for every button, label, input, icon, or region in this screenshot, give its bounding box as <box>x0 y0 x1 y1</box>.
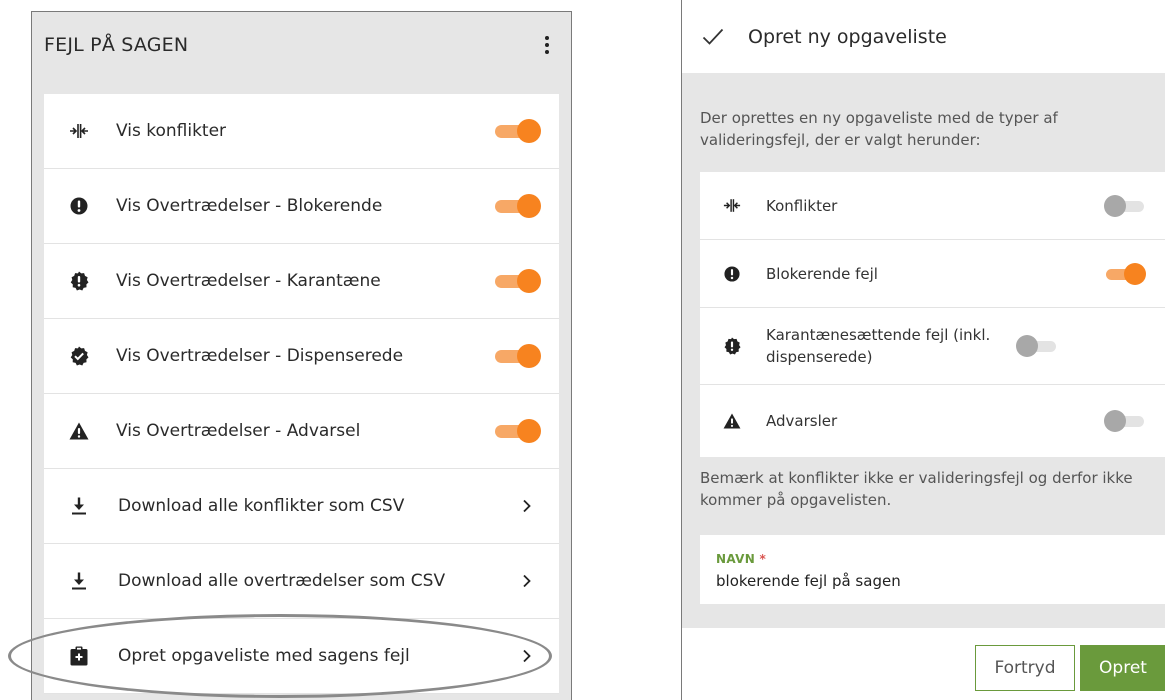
name-label-text: NAVN <box>716 552 756 566</box>
dialog-body: Der oprettes en ny opgaveliste med de ty… <box>682 73 1165 628</box>
dialog-header: Opret ny opgaveliste <box>682 0 1165 73</box>
row-show-quarantine[interactable]: Vis Overtrædelser - Karantæne <box>44 244 559 319</box>
name-field[interactable]: NAVN * <box>700 535 1165 604</box>
conflict-icon <box>68 120 90 142</box>
toggle-switch[interactable] <box>493 193 541 219</box>
errors-panel-header: FEJL PÅ SAGEN <box>32 12 571 78</box>
row-show-warning[interactable]: Vis Overtrædelser - Advarsel <box>44 394 559 469</box>
row-label: Blokerende fejl <box>766 264 878 283</box>
conflict-icon <box>722 196 742 216</box>
toggle-switch[interactable] <box>493 268 541 294</box>
cancel-button[interactable]: Fortryd <box>975 645 1075 691</box>
row-label: Vis Overtrædelser - Dispenserede <box>116 346 404 366</box>
row-label: Download alle overtrædelser som CSV <box>118 571 446 591</box>
row-label: Advarsler <box>766 412 838 430</box>
checkmark-icon <box>702 26 724 48</box>
toggle-switch[interactable] <box>1104 410 1146 432</box>
row-warnings[interactable]: Advarsler <box>700 385 1165 457</box>
row-quarantine-errors[interactable]: Karantænesættende fejl (inkl. dispensere… <box>700 308 1165 385</box>
toggle-switch[interactable] <box>493 343 541 369</box>
dialog-intro-text: Der oprettes en ny opgaveliste med de ty… <box>700 109 1058 149</box>
chevron-right-icon <box>517 496 537 516</box>
exclamation-badge-icon <box>722 336 742 356</box>
toggle-switch[interactable] <box>1016 335 1058 357</box>
row-label: Vis konflikter <box>116 121 227 141</box>
row-label: Vis Overtrædelser - Advarsel <box>116 421 361 441</box>
chevron-right-icon <box>517 571 537 591</box>
check-badge-icon <box>68 345 90 367</box>
row-show-conflicts[interactable]: Vis konflikter <box>44 94 559 169</box>
row-download-violations-csv[interactable]: Download alle overtrædelser som CSV <box>44 544 559 619</box>
dialog-title: Opret ny opgaveliste <box>748 25 947 48</box>
download-icon <box>68 570 90 592</box>
toggle-switch[interactable] <box>493 118 541 144</box>
row-conflicts[interactable]: Konflikter <box>700 172 1165 240</box>
row-label: Karantænesættende fejl (inkl. dispensere… <box>766 326 991 366</box>
warning-triangle-icon <box>68 420 90 442</box>
exclamation-circle-icon <box>68 195 90 217</box>
row-blocking-errors[interactable]: Blokerende fejl <box>700 240 1165 308</box>
download-icon <box>68 495 90 517</box>
row-download-conflicts-csv[interactable]: Download alle konflikter som CSV <box>44 469 559 544</box>
create-task-list-dialog: Opret ny opgaveliste Der oprettes en ny … <box>681 0 1165 700</box>
toggle-switch[interactable] <box>493 418 541 444</box>
error-type-list: Konflikter Blokerende fejl Karantænesætt… <box>700 172 1165 457</box>
row-label: Opret opgaveliste med sagens fejl <box>118 646 410 666</box>
exclamation-badge-icon <box>68 270 90 292</box>
row-label: Download alle konflikter som CSV <box>118 496 405 516</box>
errors-panel-title: FEJL PÅ SAGEN <box>44 34 189 56</box>
row-label: Vis Overtrædelser - Karantæne <box>116 271 381 291</box>
required-marker: * <box>759 552 767 566</box>
errors-panel: FEJL PÅ SAGEN Vis konflikter Vis Overtræ… <box>31 11 572 700</box>
errors-panel-list: Vis konflikter Vis Overtrædelser - Bloke… <box>44 94 559 694</box>
row-label: Vis Overtrædelser - Blokerende <box>116 196 383 216</box>
row-label: Konflikter <box>766 196 838 215</box>
toggle-switch[interactable] <box>1104 262 1146 285</box>
exclamation-circle-icon <box>722 264 742 284</box>
name-field-label: NAVN * <box>716 552 1165 566</box>
row-show-blocking[interactable]: Vis Overtrædelser - Blokerende <box>44 169 559 244</box>
toggle-switch[interactable] <box>1104 194 1146 217</box>
row-show-dispensed[interactable]: Vis Overtrædelser - Dispenserede <box>44 319 559 394</box>
warning-triangle-icon <box>722 411 742 431</box>
task-list-icon <box>68 645 90 667</box>
chevron-right-icon <box>517 646 537 666</box>
create-button[interactable]: Opret <box>1080 645 1165 691</box>
name-input[interactable] <box>716 572 1146 590</box>
more-options-icon[interactable] <box>537 30 557 60</box>
dialog-note-text: Bemærk at konflikter ikke er validerings… <box>700 469 1133 509</box>
row-create-task-list[interactable]: Opret opgaveliste med sagens fejl <box>44 619 559 694</box>
